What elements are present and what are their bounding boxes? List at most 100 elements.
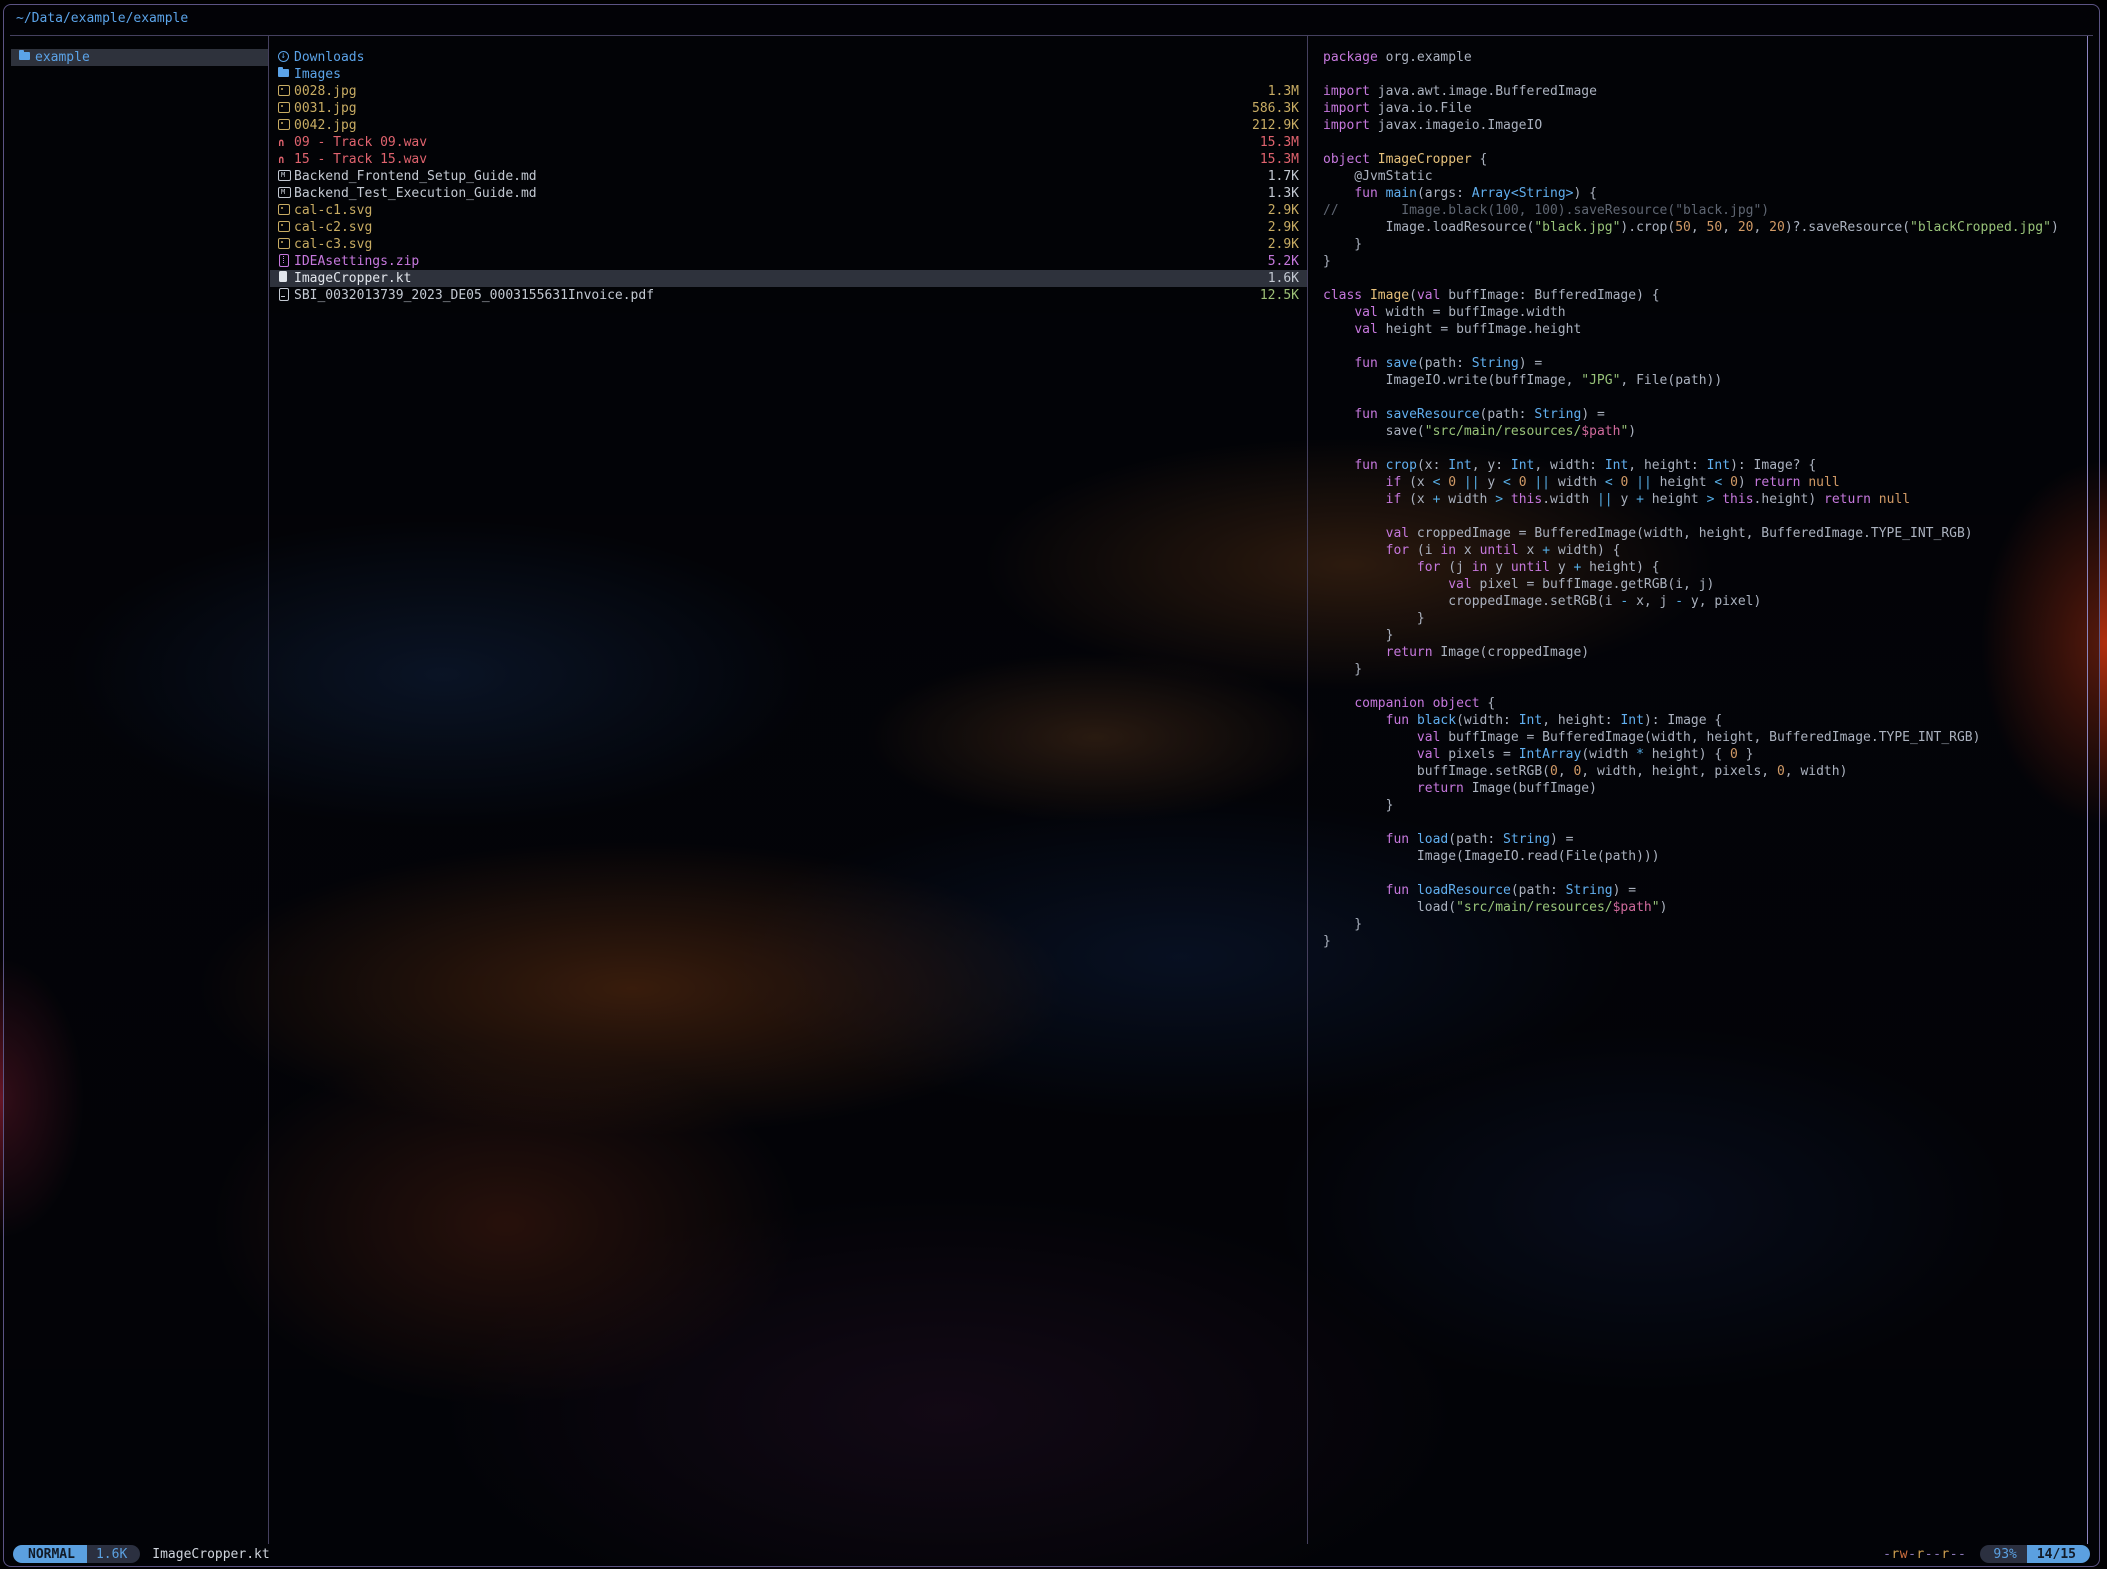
code-preview: package org.example import java.awt.imag…: [1308, 36, 2087, 950]
code-line: if (x < 0 || y < 0 || width < 0 || heigh…: [1323, 474, 2087, 491]
image-icon: [278, 204, 294, 217]
status-filename: ImageCropper.kt: [152, 1546, 269, 1563]
preview-pane: package org.example import java.awt.imag…: [1308, 36, 2087, 1544]
file-row[interactable]: 15 - Track 15.wav 15.3M: [270, 151, 1307, 168]
file-size: 2.9K: [1268, 236, 1299, 253]
code-line: }: [1323, 627, 2087, 644]
code-line: object ImageCropper {: [1323, 151, 2087, 168]
file-row[interactable]: example: [11, 49, 268, 66]
file-row[interactable]: 0031.jpg 586.3K: [270, 100, 1307, 117]
file-size: 1.3M: [1268, 83, 1299, 100]
code-line: [1323, 814, 2087, 831]
folder-icon: [19, 51, 35, 64]
code-line: [1323, 865, 2087, 882]
file-permissions: -rw-r--r--: [1883, 1546, 1966, 1563]
code-line: [1323, 678, 2087, 695]
code-line: for (i in x until x + width) {: [1323, 542, 2087, 559]
file-row[interactable]: 0028.jpg 1.3M: [270, 83, 1307, 100]
code-line: [1323, 134, 2087, 151]
code-line: fun saveResource(path: String) =: [1323, 406, 2087, 423]
image-icon: [278, 221, 294, 234]
code-line: class Image(val buffImage: BufferedImage…: [1323, 287, 2087, 304]
code-line: Image.loadResource("black.jpg").crop(50,…: [1323, 219, 2087, 236]
code-line: }: [1323, 236, 2087, 253]
file-name: 0042.jpg: [294, 117, 1244, 134]
file-name: Backend_Frontend_Setup_Guide.md: [294, 168, 1260, 185]
file-row[interactable]: Downloads: [270, 49, 1307, 66]
terminal-window: ~/Data/example/example example Downloads…: [3, 4, 2100, 1567]
file-size: 15.3M: [1260, 134, 1299, 151]
code-line: fun crop(x: Int, y: Int, width: Int, hei…: [1323, 457, 2087, 474]
file-row[interactable]: IDEAsettings.zip 5.2K: [270, 253, 1307, 270]
file-row[interactable]: 0042.jpg 212.9K: [270, 117, 1307, 134]
code-line: buffImage.setRGB(0, 0, width, height, pi…: [1323, 763, 2087, 780]
code-line: for (j in y until y + height) {: [1323, 559, 2087, 576]
file-name: Images: [294, 66, 1291, 83]
file-name: 15 - Track 15.wav: [294, 151, 1252, 168]
file-name: example: [35, 49, 252, 66]
code-line: fun save(path: String) =: [1323, 355, 2087, 372]
code-line: fun black(width: Int, height: Int): Imag…: [1323, 712, 2087, 729]
file-name: cal-c2.svg: [294, 219, 1260, 236]
audio-icon: [278, 153, 294, 166]
scroll-percent-badge: 93%: [1980, 1545, 2026, 1563]
code-line: return Image(croppedImage): [1323, 644, 2087, 661]
code-line: }: [1323, 797, 2087, 814]
download-icon: [278, 51, 294, 64]
folder-icon: [278, 68, 294, 81]
file-name: Downloads: [294, 49, 1291, 66]
image-icon: [278, 85, 294, 98]
file-size: 12.5K: [1260, 287, 1299, 304]
file-size: 5.2K: [1268, 253, 1299, 270]
file-name: Backend_Test_Execution_Guide.md: [294, 185, 1260, 202]
code-line: val croppedImage = BufferedImage(width, …: [1323, 525, 2087, 542]
file-row[interactable]: ImageCropper.kt 1.6K: [270, 270, 1307, 287]
file-size: 15.3M: [1260, 151, 1299, 168]
markdown-icon: [278, 170, 294, 183]
code-line: val pixels = IntArray(width * height) { …: [1323, 746, 2087, 763]
file-row[interactable]: cal-c1.svg 2.9K: [270, 202, 1307, 219]
code-line: ImageIO.write(buffImage, "JPG", File(pat…: [1323, 372, 2087, 389]
pane-separator-left: [268, 36, 269, 1544]
markdown-icon: [278, 187, 294, 200]
code-line: // Image.black(100, 100).saveResource("b…: [1323, 202, 2087, 219]
code-line: [1323, 66, 2087, 83]
file-row[interactable]: 09 - Track 09.wav 15.3M: [270, 134, 1307, 151]
desktop: ~/Data/example/example example Downloads…: [0, 0, 2107, 1569]
code-line: return Image(buffImage): [1323, 780, 2087, 797]
file-row[interactable]: cal-c2.svg 2.9K: [270, 219, 1307, 236]
code-line: }: [1323, 661, 2087, 678]
file-row[interactable]: Backend_Frontend_Setup_Guide.md 1.7K: [270, 168, 1307, 185]
file-size-badge: 1.6K: [87, 1545, 140, 1563]
pdf-icon: [278, 289, 294, 302]
code-line: }: [1323, 253, 2087, 270]
image-icon: [278, 102, 294, 115]
code-line: if (x + width > this.width || y + height…: [1323, 491, 2087, 508]
file-row[interactable]: Backend_Test_Execution_Guide.md 1.3K: [270, 185, 1307, 202]
file-size: 212.9K: [1252, 117, 1299, 134]
file-size: 1.3K: [1268, 185, 1299, 202]
file-row[interactable]: SBI_0032013739_2023_DE05_0003155631Invoi…: [270, 287, 1307, 304]
file-row[interactable]: Images: [270, 66, 1307, 83]
code-line: [1323, 389, 2087, 406]
code-line: val pixel = buffImage.getRGB(i, j): [1323, 576, 2087, 593]
code-line: [1323, 508, 2087, 525]
image-icon: [278, 119, 294, 132]
parent-pane: example: [11, 36, 268, 1544]
code-line: Image(ImageIO.read(File(path))): [1323, 848, 2087, 865]
code-line: val height = buffImage.height: [1323, 321, 2087, 338]
code-line: }: [1323, 610, 2087, 627]
file-size: 1.7K: [1268, 168, 1299, 185]
file-row[interactable]: cal-c3.svg 2.9K: [270, 236, 1307, 253]
code-line: fun main(args: Array<String>) {: [1323, 185, 2087, 202]
file-name: cal-c1.svg: [294, 202, 1260, 219]
code-line: fun load(path: String) =: [1323, 831, 2087, 848]
current-pane: Downloads Images 0028.jpg 1.3M 0031.jpg …: [270, 36, 1307, 1544]
file-size: 1.6K: [1268, 270, 1299, 287]
code-line: import java.io.File: [1323, 100, 2087, 117]
code-line: import java.awt.image.BufferedImage: [1323, 83, 2087, 100]
file-name: IDEAsettings.zip: [294, 253, 1260, 270]
preview-scrollbar[interactable]: [2087, 36, 2088, 1544]
file-size: 2.9K: [1268, 202, 1299, 219]
code-line: import javax.imageio.ImageIO: [1323, 117, 2087, 134]
